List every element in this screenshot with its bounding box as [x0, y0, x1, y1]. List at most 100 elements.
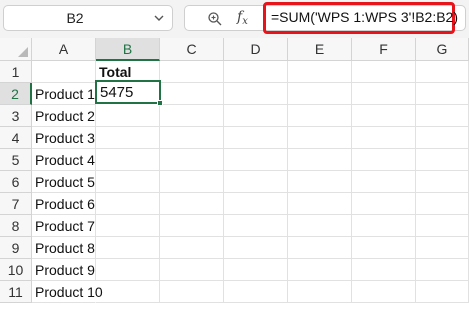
cell-f11[interactable]	[352, 281, 416, 303]
cell-f6[interactable]	[352, 171, 416, 193]
chevron-down-icon[interactable]	[152, 11, 166, 25]
row-header-6[interactable]: 6	[0, 171, 32, 193]
cell-d5[interactable]	[224, 149, 288, 171]
cell-e3[interactable]	[288, 105, 352, 127]
cell-a1[interactable]	[32, 61, 96, 83]
select-all-button[interactable]	[0, 38, 32, 61]
cell-a8[interactable]: Product 7	[32, 215, 96, 237]
row-header-4[interactable]: 4	[0, 127, 32, 149]
cell-f8[interactable]	[352, 215, 416, 237]
cell-e6[interactable]	[288, 171, 352, 193]
cell-a10[interactable]: Product 9	[32, 259, 96, 281]
row-header-9[interactable]: 9	[0, 237, 32, 259]
cell-e5[interactable]	[288, 149, 352, 171]
cell-d9[interactable]	[224, 237, 288, 259]
cell-d8[interactable]	[224, 215, 288, 237]
cell-d7[interactable]	[224, 193, 288, 215]
row-header-7[interactable]: 7	[0, 193, 32, 215]
cell-g1[interactable]	[416, 61, 469, 83]
cell-d11[interactable]	[224, 281, 288, 303]
column-header-g[interactable]: G	[416, 38, 469, 61]
cell-a7[interactable]: Product 6	[32, 193, 96, 215]
cell-c6[interactable]	[160, 171, 224, 193]
column-header-b[interactable]: B	[96, 38, 160, 61]
cell-g4[interactable]	[416, 127, 469, 149]
cell-d10[interactable]	[224, 259, 288, 281]
cell-f9[interactable]	[352, 237, 416, 259]
cell-e10[interactable]	[288, 259, 352, 281]
cell-a6[interactable]: Product 5	[32, 171, 96, 193]
column-header-f[interactable]: F	[352, 38, 416, 61]
cell-e1[interactable]	[288, 61, 352, 83]
row-header-8[interactable]: 8	[0, 215, 32, 237]
cell-b5[interactable]	[96, 149, 160, 171]
cell-e9[interactable]	[288, 237, 352, 259]
cell-g10[interactable]	[416, 259, 469, 281]
row-header-5[interactable]: 5	[0, 149, 32, 171]
row-header-11[interactable]: 11	[0, 281, 32, 303]
cell-f3[interactable]	[352, 105, 416, 127]
cell-e2[interactable]	[288, 83, 352, 105]
cell-e7[interactable]	[288, 193, 352, 215]
cell-f1[interactable]	[352, 61, 416, 83]
row-header-2[interactable]: 2	[0, 83, 32, 105]
cell-c11[interactable]	[160, 281, 224, 303]
cell-a4[interactable]: Product 3	[32, 127, 96, 149]
cell-g9[interactable]	[416, 237, 469, 259]
cell-g8[interactable]	[416, 215, 469, 237]
column-header-c[interactable]: C	[160, 38, 224, 61]
cell-b6[interactable]	[96, 171, 160, 193]
cell-f5[interactable]	[352, 149, 416, 171]
cell-a11[interactable]: Product 10	[32, 281, 103, 303]
cell-a3[interactable]: Product 2	[32, 105, 96, 127]
cell-c5[interactable]	[160, 149, 224, 171]
column-header-d[interactable]: D	[224, 38, 288, 61]
formula-input[interactable]: =SUM('WPS 1:WPS 3'!B2:B2)	[271, 9, 458, 25]
cell-b7[interactable]	[96, 193, 160, 215]
cell-b10[interactable]	[96, 259, 160, 281]
cell-d1[interactable]	[224, 61, 288, 83]
cell-e11[interactable]	[288, 281, 352, 303]
cell-c4[interactable]	[160, 127, 224, 149]
cell-c7[interactable]	[160, 193, 224, 215]
cell-d3[interactable]	[224, 105, 288, 127]
cell-f4[interactable]	[352, 127, 416, 149]
column-header-a[interactable]: A	[32, 38, 96, 61]
cell-b9[interactable]	[96, 237, 160, 259]
cell-g11[interactable]	[416, 281, 469, 303]
row-header-10[interactable]: 10	[0, 259, 32, 281]
cell-f10[interactable]	[352, 259, 416, 281]
cell-a5[interactable]: Product 4	[32, 149, 96, 171]
cell-g6[interactable]	[416, 171, 469, 193]
cell-b4[interactable]	[96, 127, 160, 149]
cell-g5[interactable]	[416, 149, 469, 171]
cell-c3[interactable]	[160, 105, 224, 127]
cell-b11[interactable]	[96, 281, 160, 303]
row-header-1[interactable]: 1	[0, 61, 32, 83]
name-box[interactable]: B2	[3, 5, 173, 31]
cell-g2[interactable]	[416, 83, 469, 105]
column-header-e[interactable]: E	[288, 38, 352, 61]
cell-a2[interactable]: Product 1	[32, 83, 96, 105]
cell-d6[interactable]	[224, 171, 288, 193]
fill-handle[interactable]	[157, 100, 163, 106]
cell-e8[interactable]	[288, 215, 352, 237]
cell-e4[interactable]	[288, 127, 352, 149]
cell-b3[interactable]	[96, 105, 160, 127]
cell-g7[interactable]	[416, 193, 469, 215]
cell-c8[interactable]	[160, 215, 224, 237]
cell-f2[interactable]	[352, 83, 416, 105]
cell-d4[interactable]	[224, 127, 288, 149]
cell-d2[interactable]	[224, 83, 288, 105]
cell-c9[interactable]	[160, 237, 224, 259]
cell-g3[interactable]	[416, 105, 469, 127]
cell-f7[interactable]	[352, 193, 416, 215]
cell-c2[interactable]	[160, 83, 224, 105]
zoom-icon[interactable]	[207, 11, 223, 27]
cell-c10[interactable]	[160, 259, 224, 281]
insert-function-icon[interactable]: fx	[237, 9, 255, 27]
cell-c1[interactable]	[160, 61, 224, 83]
row-header-3[interactable]: 3	[0, 105, 32, 127]
cell-a9[interactable]: Product 8	[32, 237, 96, 259]
cell-b2-selected[interactable]: 5475	[95, 80, 161, 104]
